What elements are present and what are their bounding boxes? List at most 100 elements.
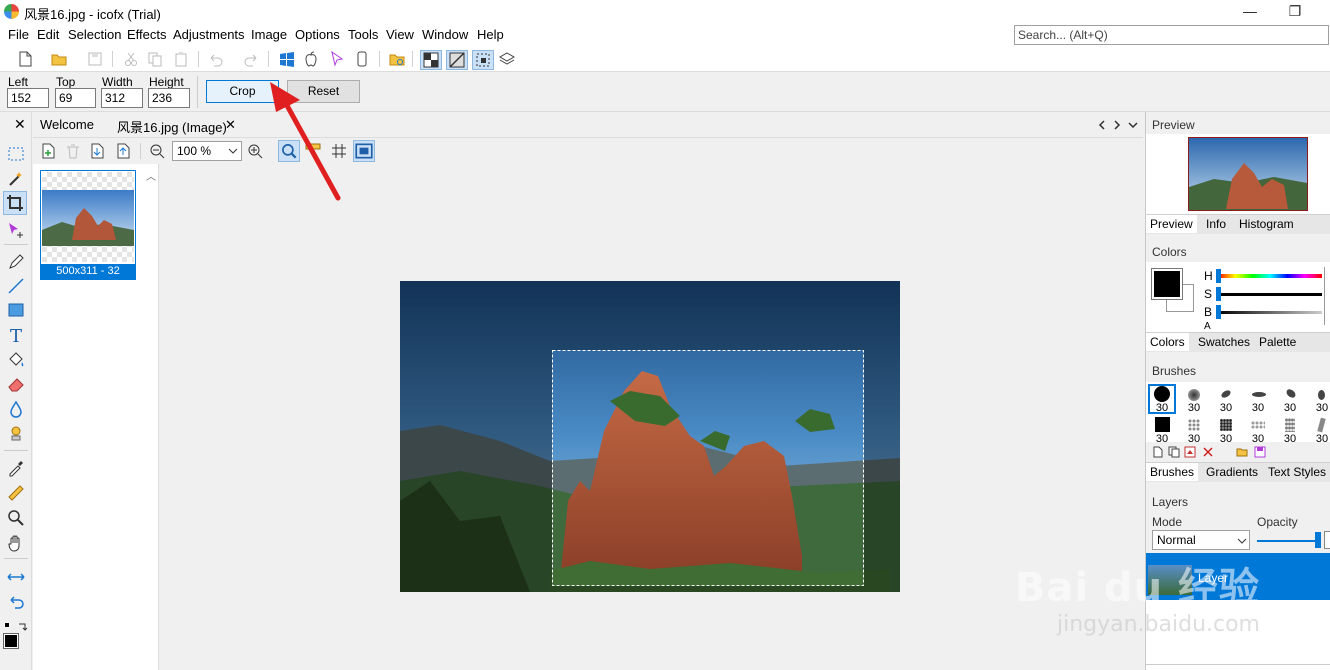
left-field[interactable]: [7, 88, 49, 108]
delete-brush-icon[interactable]: [1202, 446, 1214, 458]
opacity-slider-thumb[interactable]: [1315, 532, 1321, 548]
text-tool-icon[interactable]: T: [6, 325, 26, 345]
brush-angled-1[interactable]: [1220, 388, 1232, 400]
menu-effects[interactable]: Effects: [127, 27, 167, 42]
mobile-icon[interactable]: [353, 50, 371, 68]
add-image-icon[interactable]: [39, 142, 57, 160]
brush-round-hard[interactable]: [1154, 386, 1170, 402]
search-input[interactable]: Search... (Alt+Q): [1014, 25, 1329, 45]
saturation-slider[interactable]: [1218, 293, 1322, 296]
foreground-color-swatch[interactable]: [3, 633, 19, 649]
tab-preview[interactable]: Preview: [1146, 215, 1197, 233]
apple-icon[interactable]: [302, 50, 320, 68]
eyedropper-icon[interactable]: [6, 458, 26, 478]
brush-angled-2[interactable]: [1284, 387, 1298, 400]
brush-scatter-3[interactable]: [1251, 421, 1265, 429]
menu-adjustments[interactable]: Adjustments: [173, 27, 245, 42]
blur-drop-icon[interactable]: [6, 399, 26, 419]
color-value-fields[interactable]: [1324, 267, 1330, 325]
top-field[interactable]: [55, 88, 96, 108]
tab-palette[interactable]: Palette: [1259, 335, 1296, 349]
magic-wand-icon[interactable]: [6, 169, 26, 189]
swap-colors-icon[interactable]: [17, 621, 28, 632]
brush-square[interactable]: [1155, 417, 1170, 432]
tab-close-icon[interactable]: ✕: [225, 117, 236, 133]
zoom-icon[interactable]: [6, 508, 26, 528]
menu-options[interactable]: Options: [295, 27, 340, 42]
image-canvas[interactable]: [400, 281, 900, 592]
brush-leaf[interactable]: [1285, 418, 1295, 432]
copy-icon[interactable]: [146, 50, 164, 68]
tab-histogram[interactable]: Histogram: [1239, 217, 1294, 231]
new-file-icon[interactable]: [16, 50, 34, 68]
crop-tool[interactable]: [3, 191, 27, 215]
tab-colors[interactable]: Colors: [1146, 333, 1189, 351]
menu-image[interactable]: Image: [251, 27, 287, 42]
scroll-up-icon[interactable]: ︿: [146, 168, 156, 183]
layers-icon[interactable]: [498, 50, 516, 68]
export-image-icon[interactable]: [114, 142, 132, 160]
menu-selection[interactable]: Selection: [68, 27, 121, 42]
hand-icon[interactable]: [6, 533, 26, 553]
width-field[interactable]: [101, 88, 143, 108]
pencil-icon[interactable]: [6, 252, 26, 272]
tab-scroll-left-icon[interactable]: [1097, 119, 1107, 131]
saturation-slider-thumb[interactable]: [1216, 287, 1221, 301]
brush-from-image-icon[interactable]: [1184, 446, 1196, 458]
marquee-select-icon[interactable]: [6, 144, 26, 164]
open-folder-icon[interactable]: [50, 50, 68, 68]
flip-horizontal-icon[interactable]: [6, 567, 26, 587]
blend-mode-select[interactable]: Normal: [1152, 530, 1250, 550]
line-icon[interactable]: [6, 276, 26, 296]
tab-image[interactable]: 风景16.jpg (Image): [117, 117, 227, 136]
menu-view[interactable]: View: [386, 27, 414, 42]
brush-grass[interactable]: [1317, 417, 1326, 433]
stamp-icon[interactable]: [6, 424, 26, 444]
primary-color-swatch[interactable]: [1151, 268, 1183, 300]
hue-slider[interactable]: [1218, 274, 1322, 278]
redo-icon[interactable]: [243, 50, 261, 68]
zoom-out-icon[interactable]: [148, 142, 166, 160]
rectangle-icon[interactable]: [6, 300, 26, 320]
menu-tools[interactable]: Tools: [348, 27, 378, 42]
cut-icon[interactable]: [122, 50, 140, 68]
import-image-icon[interactable]: [88, 142, 106, 160]
brightness-slider[interactable]: [1218, 311, 1322, 314]
tab-info[interactable]: Info: [1206, 217, 1226, 231]
brush-flat[interactable]: [1252, 392, 1266, 397]
rotate-icon[interactable]: [6, 592, 26, 612]
brightness-slider-thumb[interactable]: [1216, 305, 1221, 319]
hide-transparency-icon[interactable]: [446, 50, 468, 70]
tab-brushes[interactable]: Brushes: [1146, 463, 1199, 481]
opacity-slider[interactable]: [1257, 540, 1319, 542]
menu-window[interactable]: Window: [422, 27, 468, 42]
menu-edit[interactable]: Edit: [37, 27, 59, 42]
minimize-button[interactable]: —: [1230, 0, 1270, 22]
browse-folder-icon[interactable]: [388, 50, 406, 68]
zoom-select[interactable]: 100 %: [172, 141, 242, 161]
tab-list-chevron-down-icon[interactable]: [1127, 119, 1139, 131]
opacity-field[interactable]: [1324, 531, 1330, 549]
canvas-area[interactable]: [159, 164, 1143, 670]
windows-icon[interactable]: [278, 50, 296, 68]
default-colors-icon[interactable]: [4, 622, 10, 628]
cursor-icon[interactable]: [328, 50, 346, 68]
tab-swatches[interactable]: Swatches: [1198, 335, 1250, 349]
selection-mode-icon[interactable]: [472, 50, 494, 70]
menu-help[interactable]: Help: [477, 27, 504, 42]
brush-angled-3[interactable]: [1318, 390, 1325, 400]
brush-round-soft[interactable]: [1188, 389, 1200, 401]
save-icon[interactable]: [86, 50, 104, 68]
move-selection-icon[interactable]: [6, 220, 26, 240]
hue-slider-thumb[interactable]: [1216, 269, 1221, 283]
view-frame-icon[interactable]: [353, 140, 375, 162]
image-thumbnail[interactable]: 500x311 - 32: [40, 170, 136, 280]
paste-icon[interactable]: [172, 50, 190, 68]
height-field[interactable]: [148, 88, 190, 108]
undo-icon[interactable]: [206, 50, 224, 68]
brush-scatter-2[interactable]: [1220, 419, 1232, 431]
tab-scroll-right-icon[interactable]: [1112, 119, 1122, 131]
save-brushes-icon[interactable]: [1254, 446, 1266, 458]
new-brush-icon[interactable]: [1152, 446, 1164, 458]
ruler-icon[interactable]: [6, 483, 26, 503]
